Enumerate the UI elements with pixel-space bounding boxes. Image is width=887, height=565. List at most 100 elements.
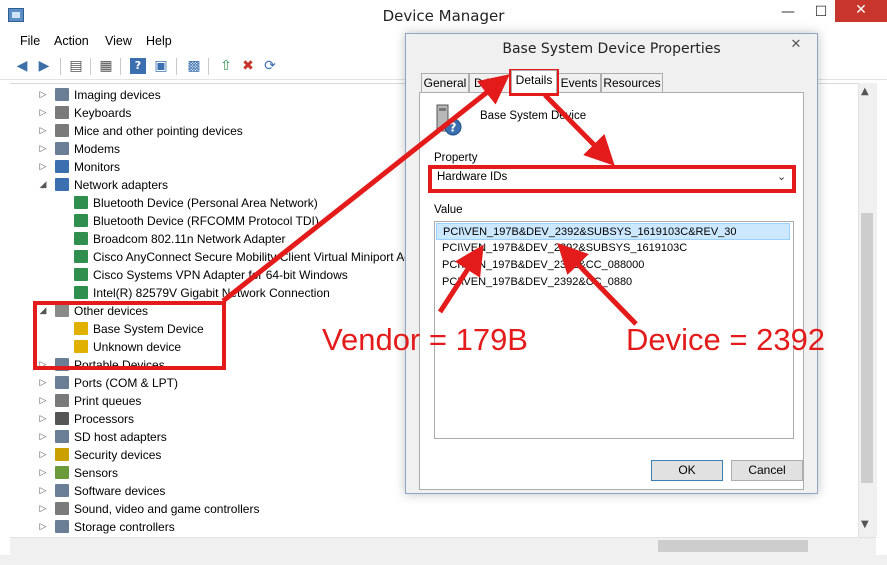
tree-item-label: Storage controllers	[74, 520, 175, 534]
dialog-close-button[interactable]: ✕	[782, 37, 810, 55]
device-icon	[74, 268, 88, 281]
status-bar	[0, 555, 887, 565]
update-driver-icon[interactable]: ⇧	[218, 58, 234, 74]
device-annotation: Device = 2392	[626, 322, 826, 357]
expand-arrow-icon[interactable]: ▷	[38, 518, 48, 536]
expand-arrow-icon[interactable]: ▷	[38, 158, 48, 176]
category-icon	[55, 394, 69, 407]
tree-item-label: Bluetooth Device (Personal Area Network)	[93, 196, 318, 210]
device-name: Base System Device	[480, 110, 587, 122]
tree-item-label: Print queues	[74, 394, 142, 408]
toolbar-separator	[208, 58, 209, 75]
tree-item-label: Broadcom 802.11n Network Adapter	[93, 232, 286, 246]
expand-arrow-icon[interactable]: ▷	[38, 410, 48, 428]
category-icon	[55, 178, 69, 191]
properties-icon[interactable]: ▦	[98, 58, 114, 74]
menu-action[interactable]: Action	[54, 34, 89, 48]
svg-text:?: ?	[450, 121, 457, 135]
category-icon	[55, 484, 69, 497]
expand-arrow-icon[interactable]: ▷	[38, 392, 48, 410]
expand-arrow-icon[interactable]: ▷	[38, 446, 48, 464]
tree-item-label: Cisco AnyConnect Secure Mobility Client …	[93, 250, 439, 264]
category-icon	[55, 520, 69, 533]
toolbar-separator	[176, 58, 177, 75]
dialog-title: Base System Device Properties	[502, 41, 721, 57]
tree-item-label: Imaging devices	[74, 88, 161, 102]
menu-view[interactable]: View	[105, 34, 132, 48]
expand-arrow-icon[interactable]: ▷	[38, 140, 48, 158]
tree-item-label: Keyboards	[74, 106, 132, 120]
tab-resources[interactable]: Resources	[601, 73, 663, 92]
category-icon	[55, 466, 69, 479]
property-highlight	[428, 165, 796, 193]
expand-arrow-icon[interactable]: ▷	[38, 122, 48, 140]
tree-item-label: Network adapters	[74, 178, 169, 192]
tree-item-label: Processors	[74, 412, 135, 426]
monitor-icon[interactable]: ▩	[186, 58, 202, 74]
tree-item-label: Intel(R) 82579V Gigabit Network Connecti…	[93, 286, 330, 300]
expand-arrow-icon[interactable]: ▷	[38, 500, 48, 518]
device-icon	[74, 250, 88, 263]
category-icon	[55, 448, 69, 461]
value-list-item[interactable]: PCI\VEN_197B&DEV_2392&SUBSYS_1619103C&RE…	[436, 223, 790, 240]
expand-arrow-icon[interactable]: ▷	[38, 104, 48, 122]
back-icon[interactable]: ◀	[14, 58, 30, 74]
property-label: Property	[434, 152, 478, 164]
tree-item-label: Sound, video and game controllers	[74, 502, 260, 516]
toolbar-separator	[120, 58, 121, 75]
category-icon	[55, 124, 69, 137]
category-icon	[55, 412, 69, 425]
expand-arrow-icon[interactable]: ▷	[38, 374, 48, 392]
ok-button[interactable]: OK	[651, 460, 723, 481]
expand-arrow-icon[interactable]: ▷	[38, 464, 48, 482]
tree-item-label: Mice and other pointing devices	[74, 124, 243, 138]
tree-item-label: Sensors	[74, 466, 119, 480]
tab-details[interactable]: Details	[511, 70, 557, 93]
window-title: Device Manager	[382, 7, 505, 25]
tab-driver[interactable]: Driver	[469, 73, 511, 92]
vertical-scroll-thumb[interactable]	[861, 213, 873, 483]
value-list-item[interactable]: PCI\VEN_197B&DEV_2392&CC_0880	[436, 274, 790, 291]
show-hide-tree-icon[interactable]: ▤	[68, 58, 84, 74]
category-icon	[55, 430, 69, 443]
uninstall-icon[interactable]: ✖	[240, 58, 256, 74]
value-list-item[interactable]: PCI\VEN_197B&DEV_2392&SUBSYS_1619103C	[436, 240, 790, 257]
tree-item-label: Cisco Systems VPN Adapter for 64-bit Win…	[93, 268, 348, 282]
device-icon	[74, 196, 88, 209]
cancel-button[interactable]: Cancel	[731, 460, 803, 481]
tree-category[interactable]: ▷ Sound, video and game controllers	[10, 500, 850, 518]
tree-item-label: Bluetooth Device (RFCOMM Protocol TDI)	[93, 214, 319, 228]
menu-file[interactable]: File	[20, 34, 40, 48]
tree-item-label: Ports (COM & LPT)	[74, 376, 179, 390]
scroll-up-icon[interactable]: ▲	[861, 86, 869, 97]
expand-arrow-icon[interactable]: ▷	[38, 482, 48, 500]
device-icon	[74, 286, 88, 299]
collapse-arrow-icon[interactable]: ◢	[38, 176, 48, 194]
value-list-item[interactable]: PCI\VEN_197B&DEV_2392&CC_088000	[436, 257, 790, 274]
category-icon	[55, 502, 69, 515]
device-view-icon[interactable]: ▣	[153, 58, 169, 74]
scan-hardware-icon[interactable]: ⟳	[262, 58, 278, 74]
vendor-annotation: Vendor = 179B	[322, 322, 528, 357]
category-icon	[55, 88, 69, 101]
category-icon	[55, 106, 69, 119]
forward-icon[interactable]: ▶	[36, 58, 52, 74]
tab-general[interactable]: General	[421, 73, 469, 92]
tree-item-label: Software devices	[74, 484, 166, 498]
tree-category[interactable]: ▷ Storage controllers	[10, 518, 850, 536]
category-icon	[55, 160, 69, 173]
tab-events[interactable]: Events	[557, 73, 601, 92]
help-icon[interactable]: ?	[130, 58, 146, 74]
scroll-down-icon[interactable]: ▼	[861, 519, 869, 530]
tree-item-label: Security devices	[74, 448, 162, 462]
horizontal-scroll-thumb[interactable]	[658, 540, 808, 552]
menu-help[interactable]: Help	[146, 34, 172, 48]
device-icon	[74, 214, 88, 227]
category-icon	[55, 142, 69, 155]
tree-item-label: SD host adapters	[74, 430, 167, 444]
expand-arrow-icon[interactable]: ▷	[38, 428, 48, 446]
toolbar-separator	[90, 58, 91, 75]
close-button[interactable]: ✕	[835, 0, 887, 22]
expand-arrow-icon[interactable]: ▷	[38, 86, 48, 104]
category-icon	[55, 376, 69, 389]
